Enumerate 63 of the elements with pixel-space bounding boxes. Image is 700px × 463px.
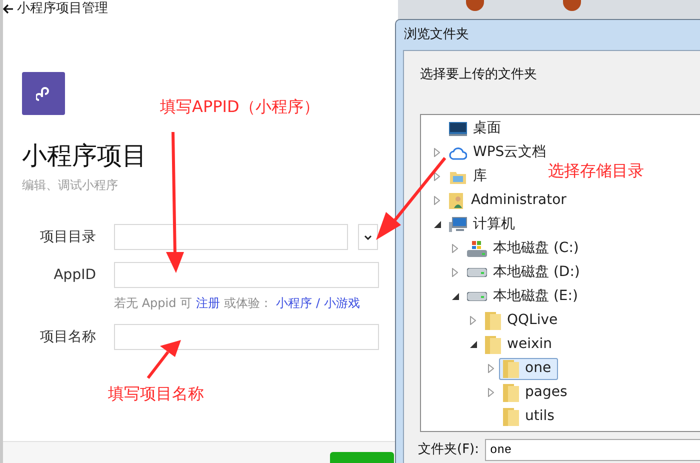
folder-label: 文件夹(F):	[418, 440, 480, 459]
register-link[interactable]: 注册	[196, 294, 220, 312]
field-label: 项目名称	[39, 328, 96, 346]
annotation-text: 填写项目名称	[108, 383, 204, 405]
mini-game-link[interactable]: 小游戏	[324, 294, 360, 312]
drive-icon	[467, 292, 487, 301]
drive-icon	[467, 268, 487, 277]
tree-item[interactable]: utils	[499, 406, 562, 428]
collapsed-triangle-icon[interactable]	[434, 196, 440, 205]
folder-icon	[485, 312, 501, 330]
annotation-arrow	[146, 340, 181, 379]
desktop-icon	[449, 122, 467, 136]
folder-icon	[503, 360, 519, 378]
tree-item[interactable]: weixin	[481, 334, 560, 356]
expanded-triangle-icon[interactable]	[470, 341, 476, 348]
user-folder-icon	[449, 192, 465, 210]
collapsed-triangle-icon[interactable]	[488, 388, 494, 397]
collapsed-triangle-icon[interactable]	[452, 268, 458, 277]
collapsed-triangle-icon[interactable]	[470, 316, 476, 325]
field-label: AppID	[52, 266, 96, 284]
tree-item[interactable]: 本地磁盘 (E:)	[463, 286, 585, 308]
collapsed-triangle-icon[interactable]	[488, 364, 494, 373]
input-field[interactable]	[114, 262, 379, 288]
tree-item[interactable]: pages	[499, 382, 574, 404]
app-icon	[466, 0, 484, 11]
expanded-triangle-icon[interactable]	[434, 221, 440, 228]
tree-item[interactable]: 本地磁盘 (C:)	[463, 238, 586, 260]
back-arrow-icon[interactable]	[3, 4, 13, 14]
collapsed-triangle-icon[interactable]	[434, 148, 440, 157]
input-field[interactable]	[114, 224, 348, 250]
tree-item[interactable]: 库	[445, 166, 494, 188]
dialog-title: 浏览文件夹	[403, 26, 470, 44]
window-title: 小程序项目管理	[17, 2, 108, 15]
project-subtitle: 编辑、调试小程序	[22, 177, 119, 194]
separator-text: /	[316, 295, 320, 312]
expanded-triangle-icon[interactable]	[452, 293, 458, 300]
hint-text: 若无 Appid 可	[114, 295, 192, 312]
app-icon	[563, 0, 581, 11]
chevron-down-icon	[364, 234, 372, 240]
collapsed-triangle-icon[interactable]	[434, 172, 440, 181]
field-label: 项目目录	[39, 228, 96, 246]
system-drive-icon	[467, 240, 487, 256]
tree-item[interactable]: 桌面	[445, 118, 508, 140]
cloud-icon	[449, 146, 467, 160]
tree-item[interactable]: Administrator	[445, 190, 574, 212]
computer-icon	[449, 216, 467, 232]
mini-program-link[interactable]: 小程序	[276, 294, 312, 312]
hint-text: 或体验：	[224, 295, 272, 312]
dialog-prompt: 选择要上传的文件夹	[420, 66, 538, 84]
tree-item[interactable]: 计算机	[445, 214, 522, 236]
annotation-text: 填写APPID（小程序）	[160, 96, 320, 118]
project-title: 小程序项目	[22, 141, 148, 171]
collapsed-triangle-icon[interactable]	[452, 244, 458, 253]
input-field[interactable]	[114, 324, 379, 350]
dropdown-button[interactable]	[358, 224, 378, 250]
folder-icon	[485, 336, 501, 354]
folder-input[interactable]: one	[485, 438, 700, 460]
tree-item[interactable]: 本地磁盘 (D:)	[463, 262, 587, 284]
folder-icon	[503, 408, 519, 426]
link-icon	[36, 84, 52, 102]
folder-icon	[503, 384, 519, 402]
tree-item[interactable]: one	[499, 358, 558, 380]
tree-item[interactable]: QQLive	[481, 310, 565, 332]
